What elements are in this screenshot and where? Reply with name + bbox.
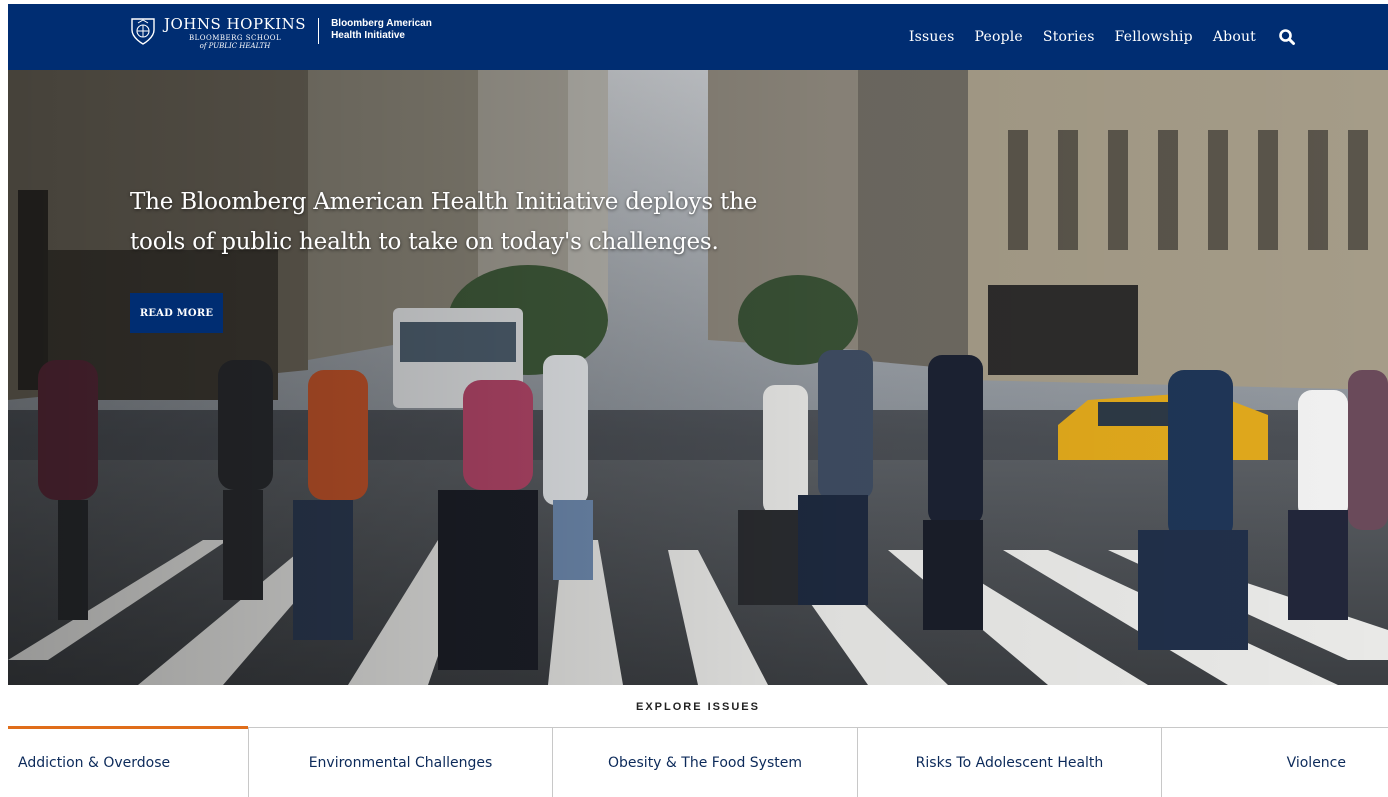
initiative-name-line1: Bloomberg American <box>331 18 432 29</box>
nav-people[interactable]: People <box>974 29 1022 45</box>
nav-fellowship[interactable]: Fellowship <box>1115 29 1193 45</box>
hero-headline: The Bloomberg American Health Initiative… <box>130 182 850 262</box>
tab-environmental-challenges[interactable]: Environmental Challenges <box>249 728 553 797</box>
nav-issues[interactable]: Issues <box>909 29 955 45</box>
jhu-wordmark: JOHNS HOPKINS BLOOMBERG SCHOOL of PUBLIC… <box>164 16 306 50</box>
issues-tabs: Addiction & Overdose Environmental Chall… <box>8 726 1388 797</box>
hero-street-photo <box>8 70 1388 685</box>
tab-obesity-food-system[interactable]: Obesity & The Food System <box>553 728 858 797</box>
nav-stories[interactable]: Stories <box>1043 29 1095 45</box>
explore-issues-heading: EXPLORE ISSUES <box>636 701 760 713</box>
logo-divider <box>318 18 320 44</box>
tab-addiction-overdose[interactable]: Addiction & Overdose <box>8 726 249 797</box>
jhu-shield-icon <box>131 18 155 45</box>
university-name: JOHNS HOPKINS <box>164 15 307 33</box>
tab-violence[interactable]: Violence <box>1162 728 1388 797</box>
school-name-line1: BLOOMBERG SCHOOL <box>188 34 282 42</box>
initiative-name: Bloomberg American Health Initiative <box>331 18 432 42</box>
page: JOHNS HOPKINS BLOOMBERG SCHOOL of PUBLIC… <box>8 4 1388 797</box>
site-header: JOHNS HOPKINS BLOOMBERG SCHOOL of PUBLIC… <box>8 4 1388 70</box>
tab-risks-adolescent-health[interactable]: Risks To Adolescent Health <box>858 728 1162 797</box>
nav-about[interactable]: About <box>1213 29 1256 45</box>
site-logo[interactable]: JOHNS HOPKINS BLOOMBERG SCHOOL of PUBLIC… <box>128 16 432 50</box>
hero-headline-line1: The Bloomberg American Health Initiative… <box>130 189 758 215</box>
initiative-name-line2: Health Initiative <box>331 30 405 41</box>
hero-headline-line2: tools of public health to take on today'… <box>130 229 719 255</box>
school-name-line2: of PUBLIC HEALTH <box>199 42 271 50</box>
read-more-button[interactable]: READ MORE <box>130 293 223 333</box>
hero-banner: The Bloomberg American Health Initiative… <box>8 70 1388 685</box>
main-nav: Issues People Stories Fellowship About <box>889 28 1388 46</box>
search-icon[interactable] <box>1278 28 1296 46</box>
